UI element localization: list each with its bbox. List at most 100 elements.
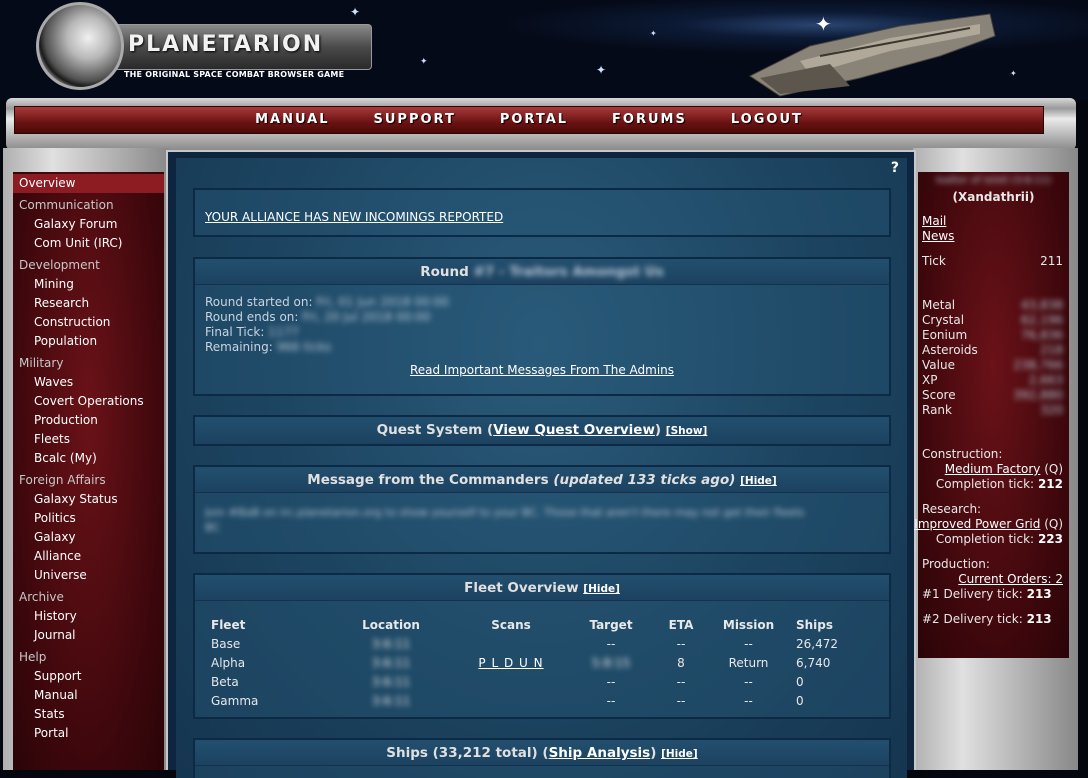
nav-forums[interactable]: FORUMS — [590, 107, 709, 133]
nav-manual[interactable]: MANUAL — [233, 107, 351, 133]
fleet-name: Gamma — [211, 693, 259, 708]
round-header: Round #7 - Traitors Amongst Us — [195, 259, 889, 285]
research-completion-value: 223 — [1037, 532, 1063, 546]
research-item-link[interactable]: Improved Power Grid — [914, 517, 1040, 531]
round-started-label: Round started on: — [205, 295, 313, 309]
quest-overview-link[interactable]: View Quest Overview — [493, 422, 655, 438]
construction-completion-value: 212 — [1037, 477, 1063, 491]
fleet-overview-hide-toggle[interactable]: [Hide] — [583, 583, 620, 595]
production-label: Production: — [922, 557, 990, 571]
research-completion-label: Completion tick: — [935, 532, 1035, 546]
logo[interactable]: PLANETARION THE ORIGINAL SPACE COMBAT BR… — [36, 2, 376, 94]
ship-analysis-link[interactable]: Ship Analysis — [549, 745, 651, 761]
ruler-name: (Xandathrii) — [952, 190, 1035, 204]
sidebar-item-mining[interactable]: Mining — [13, 275, 164, 294]
rank-value: 320 — [1040, 403, 1063, 417]
fleet-target: -- — [606, 674, 616, 689]
construction-label: Construction: — [922, 447, 1003, 461]
nav-support[interactable]: SUPPORT — [352, 107, 478, 133]
sidebar-item-population[interactable]: Population — [13, 332, 164, 351]
sidebar-item-covert-operations[interactable]: Covert Operations — [13, 392, 164, 411]
asteroids-value: 218 — [1040, 343, 1063, 357]
sidebar-item-manual[interactable]: Manual — [13, 686, 164, 705]
sidebar-item-alliance[interactable]: Alliance — [13, 547, 164, 566]
sidebar-item-stats[interactable]: Stats — [13, 705, 164, 724]
sidebar-item-galaxy-status[interactable]: Galaxy Status — [13, 490, 164, 509]
research-label: Research: — [922, 502, 982, 516]
col-location: Location — [362, 617, 420, 632]
commanders-box: Message from the Commanders (updated 133… — [193, 465, 891, 554]
news-link[interactable]: News — [922, 229, 954, 243]
ships-close-paren: ) — [650, 745, 657, 761]
sidebar-item-galaxy[interactable]: Galaxy — [13, 528, 164, 547]
sidebar-item-history[interactable]: History — [13, 607, 164, 626]
sidebar-item-construction[interactable]: Construction — [13, 313, 164, 332]
current-orders-link[interactable]: Current Orders: 2 — [958, 572, 1063, 586]
round-ends-value: Fri, 20 Jul 2018 00:00 — [302, 310, 431, 324]
final-tick-value: 1177 — [268, 325, 299, 339]
incomings-alert-link[interactable]: YOUR ALLIANCE HAS NEW INCOMINGS REPORTED — [205, 210, 503, 224]
remaining-row: Remaining: 966 ticks — [205, 340, 449, 355]
fleet-name: Alpha — [211, 655, 246, 670]
sidebar-item-fleets[interactable]: Fleets — [13, 430, 164, 449]
sidebar-item-research[interactable]: Research — [13, 294, 164, 313]
construction-item-link[interactable]: Medium Factory — [945, 462, 1041, 476]
fleet-eta: -- — [676, 636, 686, 651]
admin-messages-link[interactable]: Read Important Messages From The Admins — [195, 363, 889, 377]
sidebar-item-galaxy-forum[interactable]: Galaxy Forum — [13, 215, 164, 234]
fleet-eta: -- — [676, 693, 686, 708]
fleet-eta: -- — [676, 674, 686, 689]
quest-show-toggle[interactable]: [Show] — [666, 425, 708, 437]
fleet-location: 3:6:11 — [371, 655, 411, 670]
sidebar-item-bcalc[interactable]: Bcalc (My) — [13, 449, 164, 468]
alert-box: YOUR ALLIANCE HAS NEW INCOMINGS REPORTED — [193, 188, 891, 237]
sidebar-item-production[interactable]: Production — [13, 411, 164, 430]
planet-logo-icon — [36, 2, 124, 90]
col-target: Target — [589, 617, 633, 632]
ships-hide-toggle[interactable]: [Hide] — [661, 748, 698, 760]
sidebar-item-overview[interactable]: Overview — [13, 174, 164, 193]
fleet-target: -- — [606, 693, 616, 708]
sidebar-item-journal[interactable]: Journal — [13, 626, 164, 645]
fleet-mission: -- — [744, 674, 753, 689]
fleet-scans — [461, 672, 561, 691]
sidebar-item-politics[interactable]: Politics — [13, 509, 164, 528]
fleet-mission: -- — [744, 636, 753, 651]
scan-links[interactable]: P L D U N — [478, 656, 543, 670]
score-label: Score — [922, 388, 956, 402]
sidebar-item-waves[interactable]: Waves — [13, 373, 164, 392]
commanders-hide-toggle[interactable]: [Hide] — [740, 475, 777, 487]
nav-portal[interactable]: PORTAL — [478, 107, 590, 133]
sidebar-item-com-unit[interactable]: Com Unit (IRC) — [13, 234, 164, 253]
xp-label: XP — [922, 373, 938, 387]
logo-title: PLANETARION — [128, 32, 324, 57]
help-button[interactable]: ? — [891, 160, 899, 176]
delivery-2-value: 213 — [1026, 612, 1052, 626]
sidebar-section-foreign-affairs: Foreign Affairs — [19, 473, 106, 487]
col-scans: Scans — [491, 617, 531, 632]
main-nav: MANUAL SUPPORT PORTAL FORUMS LOGOUT — [14, 106, 1044, 134]
commanders-updated: (updated 133 ticks ago) — [553, 472, 736, 488]
xp-value: 2,663 — [1028, 373, 1063, 387]
sidebar-item-universe[interactable]: Universe — [13, 566, 164, 585]
round-started-row: Round started on: Fri, 01 Jun 2018 00:00 — [205, 295, 449, 310]
construction-completion-label: Completion tick: — [935, 477, 1035, 491]
sidebar-item-portal[interactable]: Portal — [13, 724, 164, 743]
delivery-2: #2 Delivery tick: 213 — [922, 612, 1052, 626]
fleet-overview-header: Fleet Overview [Hide] — [195, 575, 889, 601]
research-completion: Completion tick: 223 — [936, 532, 1063, 546]
nav-logout[interactable]: LOGOUT — [709, 107, 825, 133]
sidebar-section-archive: Archive — [19, 590, 64, 604]
sidebar: Overview Communication Galaxy Forum Com … — [13, 172, 164, 770]
construction-completion: Completion tick: 212 — [936, 477, 1063, 491]
fleet-ships: 0 — [796, 674, 804, 689]
star-icon: ✦ — [596, 63, 607, 77]
sidebar-item-support[interactable]: Support — [13, 667, 164, 686]
fleet-name: Base — [211, 636, 241, 651]
fleet-location: 3:6:11 — [371, 636, 411, 651]
main-content: ? YOUR ALLIANCE HAS NEW INCOMINGS REPORT… — [176, 158, 907, 778]
crystal-value: 62,196 — [1021, 313, 1063, 327]
mail-link[interactable]: Mail — [922, 214, 946, 228]
fleet-name: Beta — [211, 674, 239, 689]
crystal-label: Crystal — [922, 313, 965, 327]
